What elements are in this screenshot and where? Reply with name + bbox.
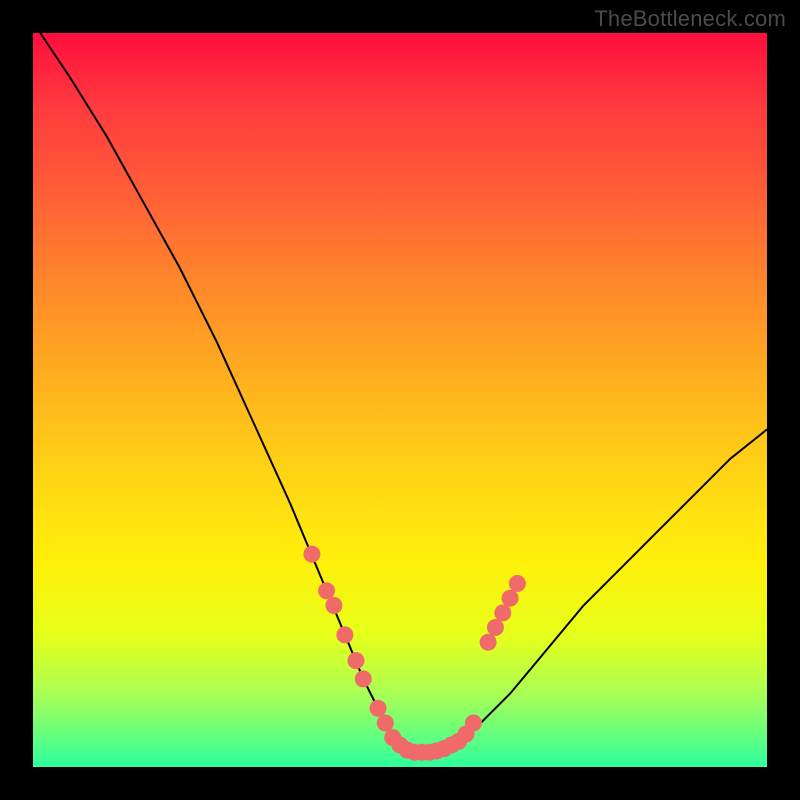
data-point: [377, 715, 394, 732]
data-point: [355, 670, 372, 687]
data-point: [494, 604, 511, 621]
data-point: [348, 652, 365, 669]
data-point: [487, 619, 504, 636]
data-point: [509, 575, 526, 592]
data-point: [325, 597, 342, 614]
data-point: [336, 626, 353, 643]
data-point: [370, 700, 387, 717]
data-point: [480, 634, 497, 651]
data-point: [502, 590, 519, 607]
bottleneck-curve: [40, 33, 767, 752]
data-points-group: [303, 546, 526, 761]
chart-frame: TheBottleneck.com: [0, 0, 800, 800]
data-point: [465, 715, 482, 732]
data-point: [303, 546, 320, 563]
plot-area: [33, 33, 767, 767]
chart-overlay: [33, 33, 767, 767]
data-point: [318, 582, 335, 599]
watermark-text: TheBottleneck.com: [594, 6, 786, 32]
